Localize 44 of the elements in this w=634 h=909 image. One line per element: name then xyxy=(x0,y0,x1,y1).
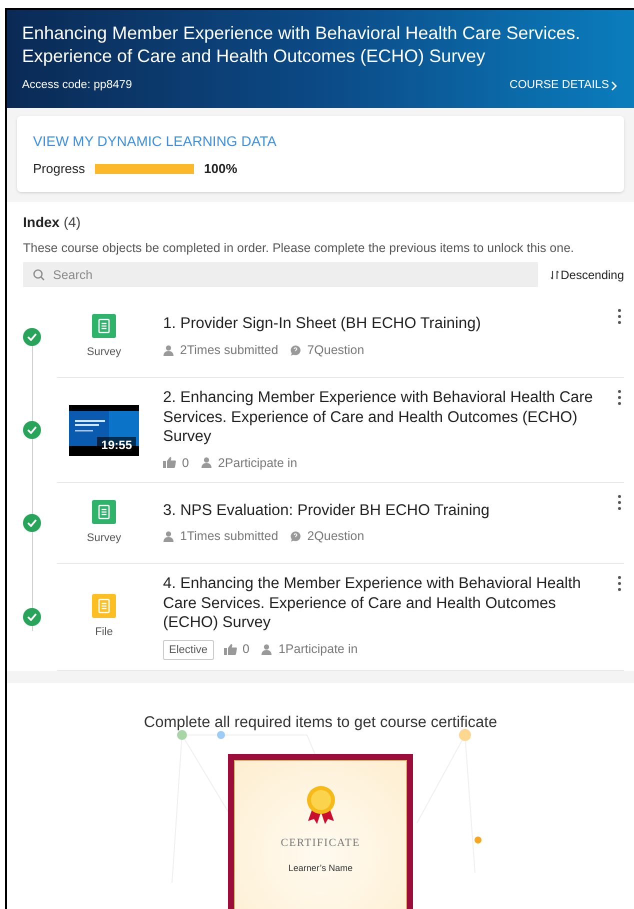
certificate-message: Complete all required items to get course certificate xyxy=(142,712,498,733)
item-stat: 2Question xyxy=(307,528,364,546)
learner-name: Learner’s Name xyxy=(288,862,353,874)
document-icon xyxy=(92,594,116,618)
item-stat: 7Question xyxy=(307,342,364,359)
sort-icon xyxy=(550,270,560,280)
item-stat: 1Times submitted xyxy=(180,528,278,546)
question-bubble-icon xyxy=(290,531,302,542)
item-title[interactable]: 4. Enhancing the Member Experience with Behavioral Health Care Services. Experience of Care and Health Outcomes (ECHO) Survey xyxy=(163,574,614,633)
item-stat: 2Participate in xyxy=(218,454,298,472)
search-field[interactable]: Search xyxy=(23,262,538,287)
item-type-label: File xyxy=(95,624,113,640)
item-stat: 0 xyxy=(242,641,250,658)
progress-percent: 100% xyxy=(204,160,238,178)
sort-button[interactable]: Descending xyxy=(550,266,624,284)
index-description: These course objects be completed in order. Please complete the previous items to unlock this one. xyxy=(23,241,575,255)
chevron-right-icon xyxy=(611,80,617,91)
search-icon xyxy=(33,268,45,280)
progress-label: Progress xyxy=(33,160,86,178)
document-icon xyxy=(92,314,116,338)
item-stat: 0 xyxy=(182,454,189,472)
item-stat: 2Times submitted xyxy=(180,342,278,359)
thumbs-up-icon xyxy=(163,457,176,468)
person-icon xyxy=(200,457,212,468)
person-icon xyxy=(261,644,272,656)
item-type-label: Survey xyxy=(86,344,122,360)
access-code: Access code: pp8479 xyxy=(22,78,132,93)
item-stat: 1Participate in xyxy=(278,641,358,658)
thumbs-up-icon xyxy=(224,644,237,656)
person-icon xyxy=(163,344,174,356)
index-heading: Index xyxy=(23,213,60,232)
video-thumbnail[interactable]: 19:55 xyxy=(69,404,139,456)
document-icon xyxy=(92,500,116,524)
item-type-label: Survey xyxy=(86,531,122,546)
item-title[interactable]: 2. Enhancing Member Experience with Behavioral Health Care Services. Experience of Care and Health Outcomes (ECHO) Survey xyxy=(163,388,614,446)
course-details-link[interactable]: COURSE DETAILS xyxy=(510,77,619,94)
person-icon xyxy=(163,531,174,542)
course-title: Enhancing Member Experience with Behavioral Health Care Services. Experience of Care and Health Outcomes (ECHO) Survey xyxy=(22,22,582,68)
item-title[interactable]: 1. Provider Sign-In Sheet (BH ECHO Training) xyxy=(163,314,614,334)
question-bubble-icon xyxy=(290,344,302,356)
elective-tag: Elective xyxy=(163,640,214,660)
index-count: (4) xyxy=(64,213,81,232)
item-title[interactable]: 3. NPS Evaluation: Provider BH ECHO Training xyxy=(163,500,614,520)
certificate-heading: CERTIFICATE xyxy=(280,836,360,851)
